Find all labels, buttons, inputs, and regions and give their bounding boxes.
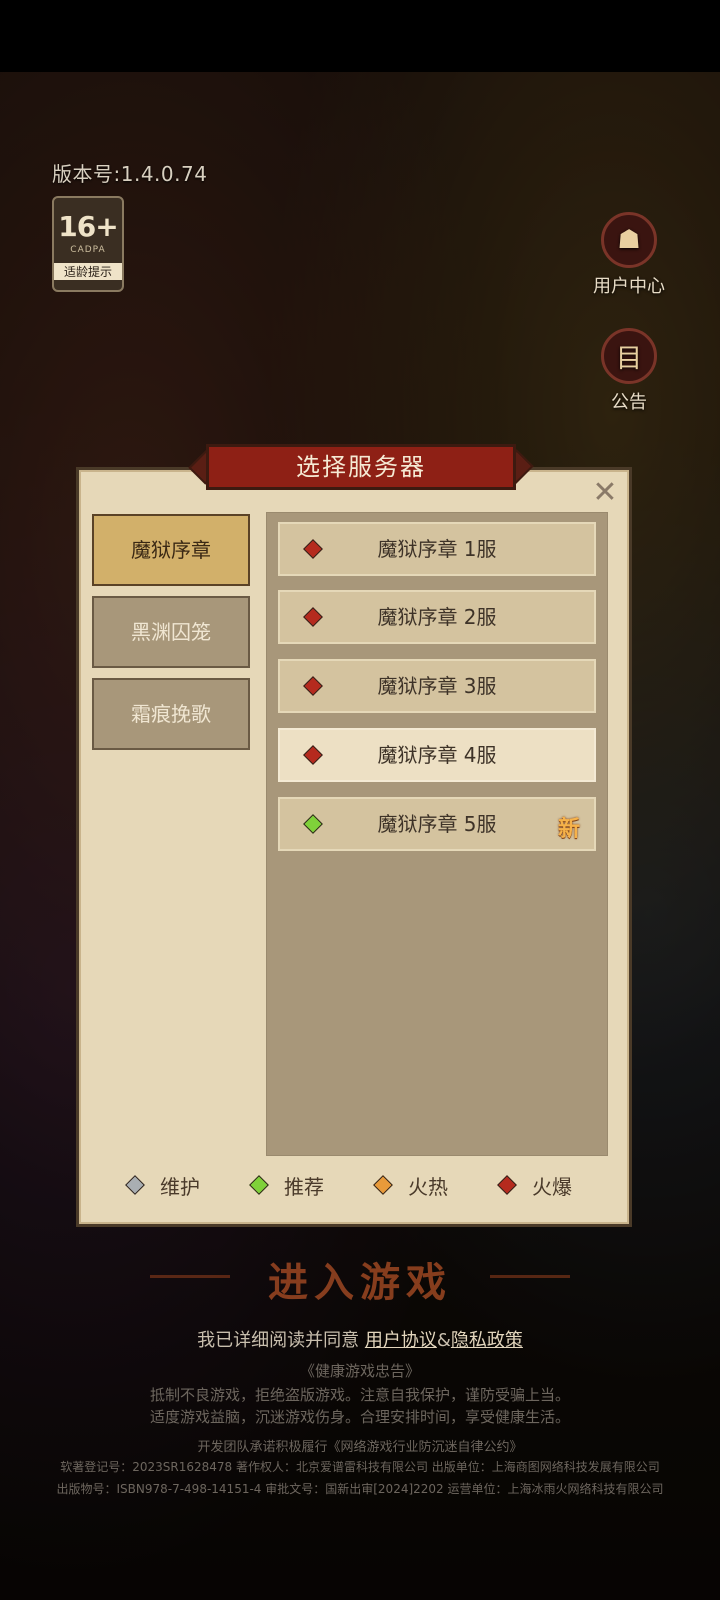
legend-recommended: 推荐 bbox=[249, 1170, 324, 1200]
agreement-amp: & bbox=[436, 1330, 451, 1351]
legend-diamond-icon bbox=[497, 1175, 517, 1195]
agreement-prefix: 我已详细阅读并同意 bbox=[197, 1330, 360, 1351]
user-center-label: 用户中心 bbox=[593, 276, 665, 297]
legend-diamond-icon bbox=[249, 1175, 269, 1195]
category-tab-heiyuan-qiulong[interactable]: 黑渊囚笼 bbox=[92, 596, 250, 668]
legend-hot: 火热 bbox=[373, 1170, 448, 1200]
server-name: 魔狱序章 1服 bbox=[377, 537, 497, 561]
age-rating-number: 16+ bbox=[58, 210, 118, 243]
status-diamond-icon bbox=[303, 745, 323, 765]
enter-game-button[interactable]: 进入游戏 bbox=[0, 1250, 720, 1308]
legend-label: 火爆 bbox=[532, 1174, 572, 1199]
notice-button[interactable]: 目 公告 bbox=[584, 328, 674, 414]
legal-info-line1: 软著登记号：2023SR1628478 著作权人：北京爱谱雷科技有限公司 出版单… bbox=[60, 1460, 660, 1474]
server-name: 魔狱序章 3服 bbox=[377, 674, 497, 698]
server-name: 魔狱序章 2服 bbox=[377, 605, 497, 629]
legend-diamond-icon bbox=[125, 1175, 145, 1195]
server-row-1[interactable]: 魔狱序章 1服 bbox=[278, 522, 596, 576]
agreement-line: 我已详细阅读并同意 用户协议&隐私政策 bbox=[0, 1326, 720, 1352]
dialog-title: 选择服务器 bbox=[206, 444, 516, 490]
status-diamond-icon bbox=[303, 539, 323, 559]
server-row-4[interactable]: 魔狱序章 4服 bbox=[278, 728, 596, 782]
age-rating-tip: 适龄提示 bbox=[54, 263, 122, 280]
server-name: 魔狱序章 4服 bbox=[377, 743, 497, 767]
health-advice-title: 《健康游戏忠告》 bbox=[299, 1362, 420, 1380]
privacy-policy-link[interactable]: 隐私政策 bbox=[451, 1330, 523, 1351]
legend-label: 火热 bbox=[408, 1174, 448, 1199]
anti-addiction-pledge: 开发团队承诺积极履行《网络游戏行业防沉迷自律公约》 bbox=[197, 1440, 523, 1455]
new-badge: 新 bbox=[557, 817, 580, 842]
status-diamond-icon bbox=[303, 814, 323, 834]
notice-label: 公告 bbox=[611, 392, 647, 413]
category-tab-shuanghen-wange[interactable]: 霜痕挽歌 bbox=[92, 678, 250, 750]
close-icon[interactable]: ✕ bbox=[590, 478, 620, 508]
legend-label: 推荐 bbox=[284, 1174, 324, 1199]
health-advice-line1: 抵制不良游戏，拒绝盗版游戏。注意自我保护，谨防受骗上当。 bbox=[149, 1386, 570, 1404]
age-rating-org: CADPA bbox=[70, 245, 106, 255]
server-row-2[interactable]: 魔狱序章 2服 bbox=[278, 590, 596, 644]
user-center-button[interactable]: ☗ 用户中心 bbox=[584, 212, 674, 298]
notice-icon: 目 bbox=[601, 328, 657, 384]
category-tab-moyu-xuzhang[interactable]: 魔狱序章 bbox=[92, 514, 250, 586]
user-center-icon: ☗ bbox=[601, 212, 657, 268]
health-advice-line2: 适度游戏益脑，沉迷游戏伤身。合理安排时间，享受健康生活。 bbox=[149, 1408, 570, 1426]
server-row-3[interactable]: 魔狱序章 3服 bbox=[278, 659, 596, 713]
legend-maintenance: 维护 bbox=[125, 1170, 200, 1200]
server-row-5[interactable]: 魔狱序章 5服 新 bbox=[278, 797, 596, 851]
status-diamond-icon bbox=[303, 607, 323, 627]
legend-diamond-icon bbox=[373, 1175, 393, 1195]
age-rating-badge[interactable]: 16+ CADPA 适龄提示 bbox=[52, 196, 124, 292]
user-agreement-link[interactable]: 用户协议 bbox=[365, 1330, 437, 1351]
server-name: 魔狱序章 5服 bbox=[377, 812, 497, 836]
legal-info-line2: 出版物号：ISBN978-7-498-14151-4 审批文号：国新出审[202… bbox=[56, 1482, 664, 1496]
legend-label: 维护 bbox=[160, 1174, 200, 1199]
status-diamond-icon bbox=[303, 676, 323, 696]
version-label: 版本号:1.4.0.74 bbox=[52, 162, 208, 186]
legend-very-hot: 火爆 bbox=[497, 1170, 572, 1200]
